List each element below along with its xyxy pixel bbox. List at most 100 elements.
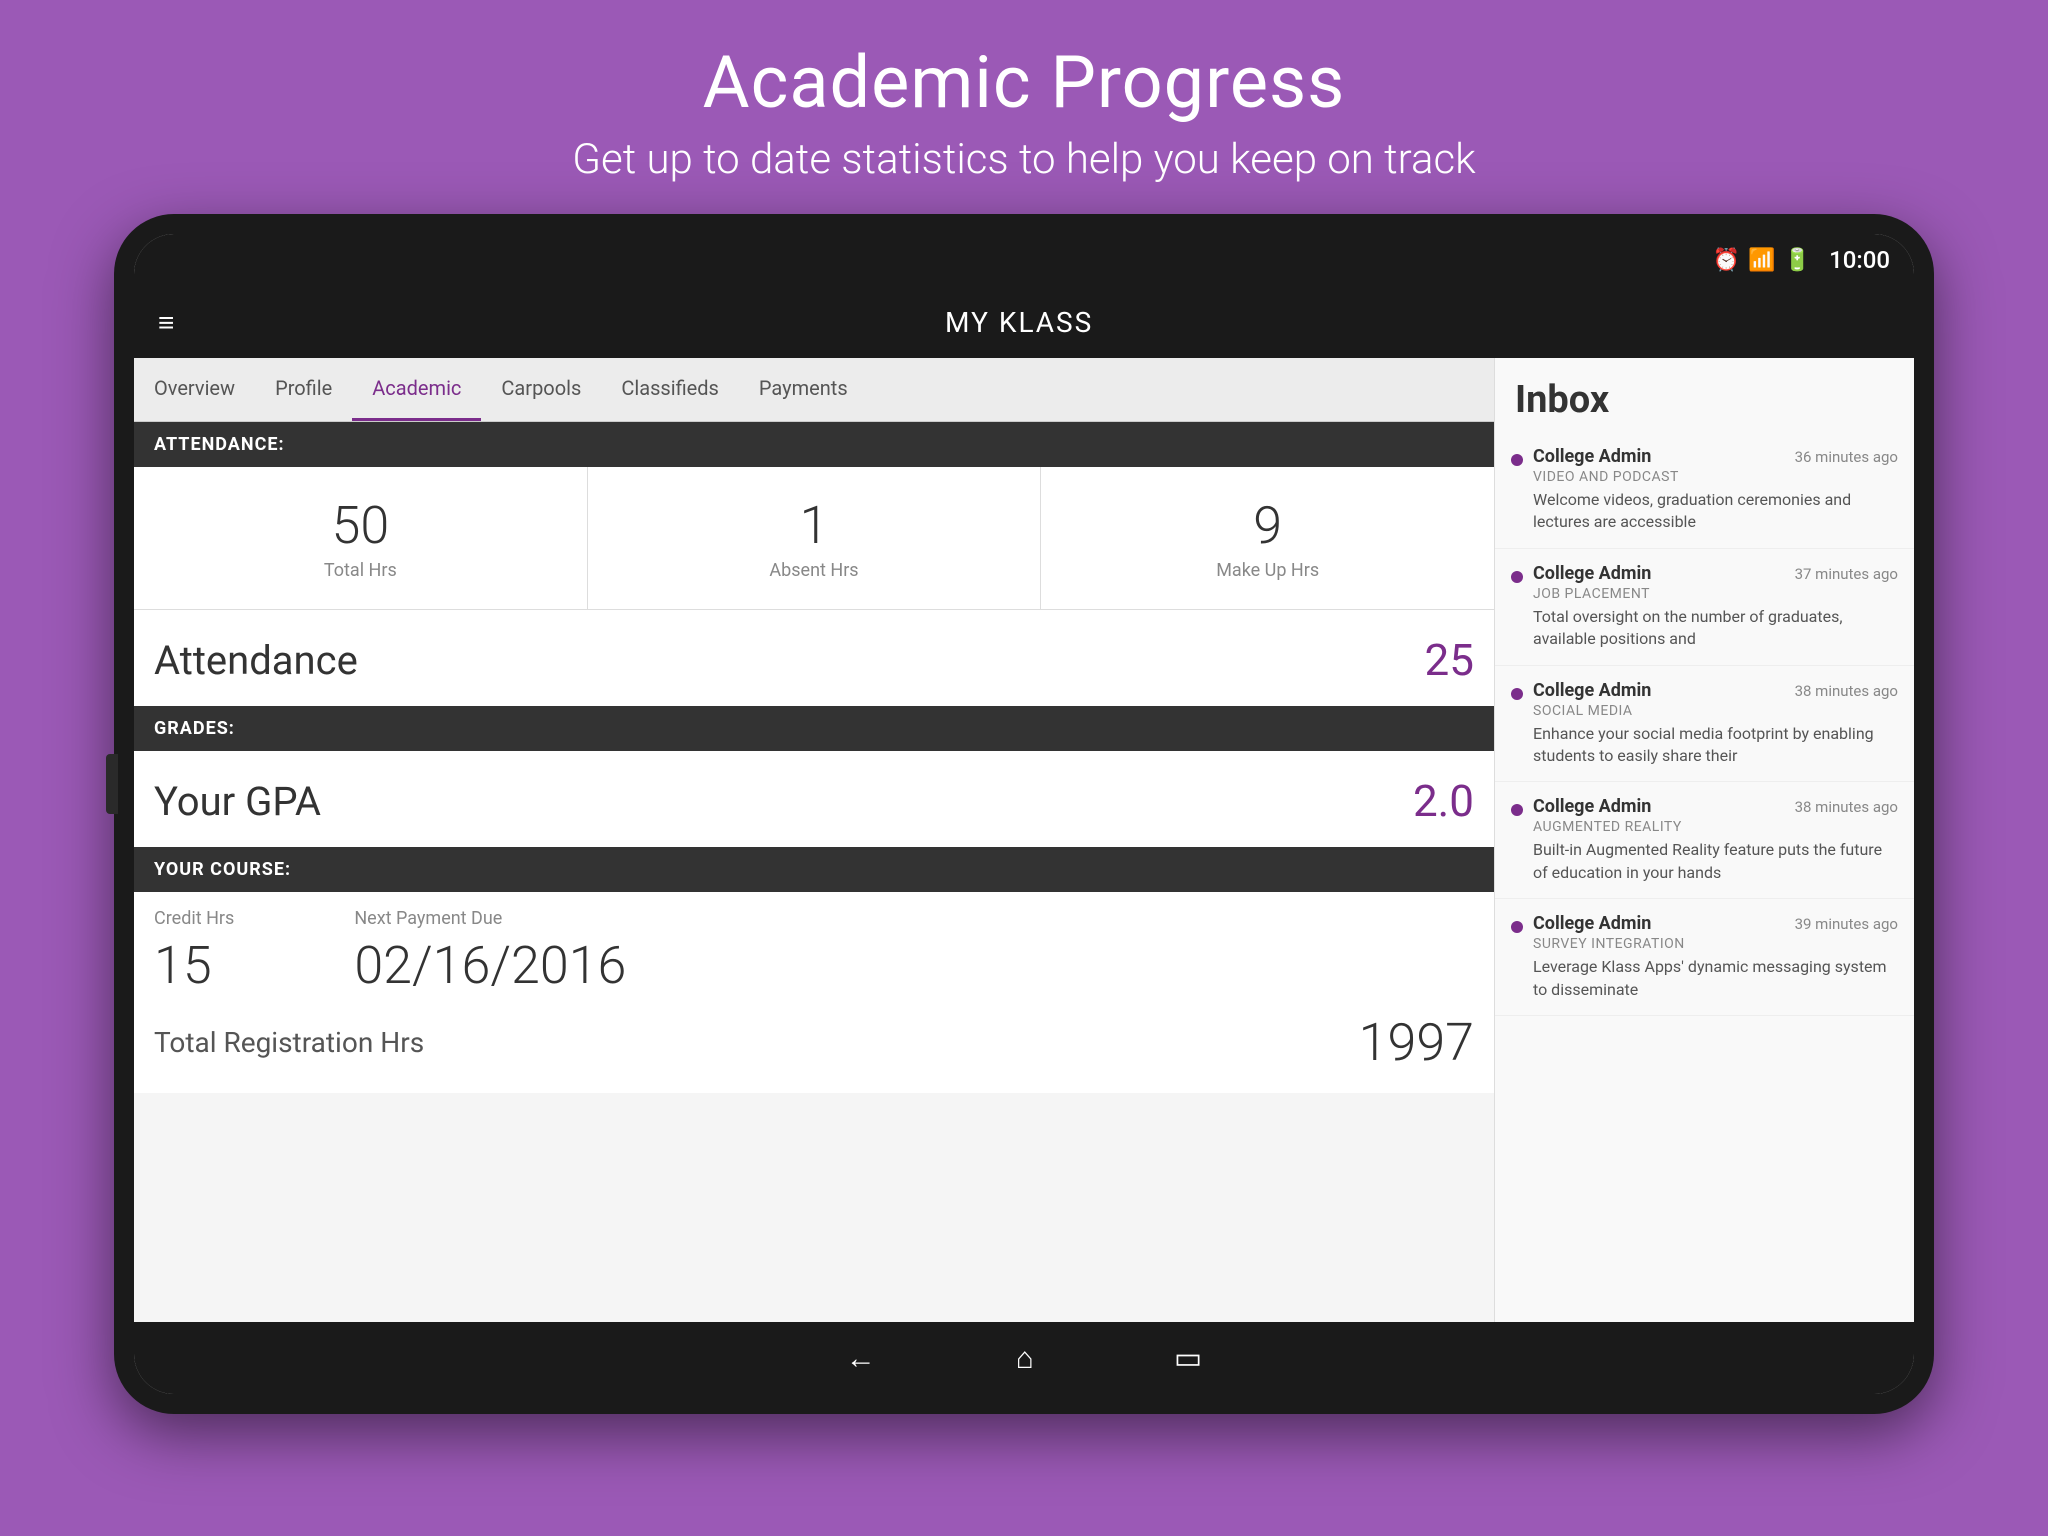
inbox-time-2: 38 minutes ago (1795, 682, 1898, 700)
inbox-item-3[interactable]: College Admin 38 minutes ago AUGMENTED R… (1495, 782, 1914, 899)
inbox-dot-2 (1511, 688, 1523, 700)
tab-carpools[interactable]: Carpools (481, 358, 601, 421)
status-bar: ⏰ 📶 🔋 10:00 (134, 234, 1914, 286)
course-section: Credit Hrs 15 Next Payment Due 02/16/201… (134, 892, 1494, 1093)
home-button[interactable]: ⌂ (1016, 1341, 1034, 1376)
inbox-item-2[interactable]: College Admin 38 minutes ago SOCIAL MEDI… (1495, 666, 1914, 783)
inbox-item-0[interactable]: College Admin 36 minutes ago VIDEO AND P… (1495, 432, 1914, 549)
app-title: MY KLASS (198, 306, 1840, 339)
status-icons: ⏰ 📶 🔋 10:00 (1713, 246, 1890, 274)
makeup-hrs-label: Make Up Hrs (1051, 560, 1484, 581)
alarm-icon: ⏰ (1713, 248, 1740, 273)
recent-button[interactable]: ▭ (1174, 1341, 1202, 1376)
inbox-title: Inbox (1495, 358, 1914, 432)
app-bar: ≡ MY KLASS (134, 286, 1914, 358)
grades-section-header: GRADES: (134, 706, 1494, 751)
gpa-label: Your GPA (154, 778, 321, 825)
attendance-value: 25 (1425, 634, 1474, 686)
tab-overview[interactable]: Overview (134, 358, 255, 421)
content-area: Overview Profile Academic Carpools Class… (134, 358, 1914, 1322)
attendance-section-header: ATTENDANCE: (134, 422, 1494, 467)
tablet-device: ⏰ 📶 🔋 10:00 ≡ MY KLASS Overview Profile … (114, 214, 1934, 1414)
makeup-hrs-value: 9 (1051, 495, 1484, 556)
inbox-category-1: JOB PLACEMENT (1533, 586, 1898, 602)
makeup-hrs-stat: 9 Make Up Hrs (1041, 467, 1494, 609)
course-details: Credit Hrs 15 Next Payment Due 02/16/201… (134, 892, 1494, 1012)
tablet-screen: ⏰ 📶 🔋 10:00 ≡ MY KLASS Overview Profile … (134, 234, 1914, 1394)
attendance-metric-row: Attendance 25 (134, 610, 1494, 706)
credit-hrs-value: 15 (154, 935, 234, 996)
inbox-header-1: College Admin 37 minutes ago (1533, 563, 1898, 584)
left-panel: Overview Profile Academic Carpools Class… (134, 358, 1494, 1322)
back-button[interactable]: ← (846, 1341, 876, 1376)
tab-academic[interactable]: Academic (352, 358, 481, 421)
overflow-label: Total Registration Hrs (154, 1026, 424, 1059)
total-hrs-value: 50 (144, 495, 577, 556)
overflow-value: 1997 (1359, 1012, 1474, 1073)
inbox-category-0: VIDEO AND PODCAST (1533, 469, 1898, 485)
credit-hrs-item: Credit Hrs 15 (154, 908, 234, 996)
hamburger-icon[interactable]: ≡ (158, 306, 174, 339)
inbox-item-1[interactable]: College Admin 37 minutes ago JOB PLACEME… (1495, 549, 1914, 666)
inbox-dot-1 (1511, 571, 1523, 583)
inbox-preview-3: Built-in Augmented Reality feature puts … (1533, 839, 1898, 884)
inbox-preview-2: Enhance your social media footprint by e… (1533, 723, 1898, 768)
inbox-panel: Inbox College Admin 36 minutes ago VIDEO… (1494, 358, 1914, 1322)
page-subtitle: Get up to date statistics to help you ke… (572, 135, 1475, 184)
gpa-metric-row: Your GPA 2.0 (134, 751, 1494, 847)
inbox-category-3: AUGMENTED REALITY (1533, 819, 1898, 835)
tab-profile[interactable]: Profile (255, 358, 352, 421)
inbox-sender-0: College Admin (1533, 446, 1651, 467)
inbox-sender-2: College Admin (1533, 680, 1651, 701)
absent-hrs-label: Absent Hrs (598, 560, 1031, 581)
page-header: Academic Progress Get up to date statist… (572, 40, 1475, 184)
inbox-preview-4: Leverage Klass Apps' dynamic messaging s… (1533, 956, 1898, 1001)
inbox-content-4: College Admin 39 minutes ago SURVEY INTE… (1533, 913, 1898, 1001)
inbox-time-0: 36 minutes ago (1795, 448, 1898, 466)
total-hrs-stat: 50 Total Hrs (134, 467, 588, 609)
inbox-content-1: College Admin 37 minutes ago JOB PLACEME… (1533, 563, 1898, 651)
page-title: Academic Progress (572, 40, 1475, 125)
inbox-time-4: 39 minutes ago (1795, 915, 1898, 933)
inbox-header-4: College Admin 39 minutes ago (1533, 913, 1898, 934)
payment-due-item: Next Payment Due 02/16/2016 (354, 908, 626, 996)
gpa-value: 2.0 (1413, 775, 1474, 827)
tab-bar: Overview Profile Academic Carpools Class… (134, 358, 1494, 422)
inbox-sender-4: College Admin (1533, 913, 1651, 934)
inbox-header-2: College Admin 38 minutes ago (1533, 680, 1898, 701)
inbox-sender-1: College Admin (1533, 563, 1651, 584)
inbox-sender-3: College Admin (1533, 796, 1651, 817)
inbox-header-3: College Admin 38 minutes ago (1533, 796, 1898, 817)
inbox-category-2: SOCIAL MEDIA (1533, 703, 1898, 719)
inbox-dot-0 (1511, 454, 1523, 466)
inbox-content-3: College Admin 38 minutes ago AUGMENTED R… (1533, 796, 1898, 884)
overflow-row: Total Registration Hrs 1997 (134, 1012, 1494, 1093)
credit-hrs-label: Credit Hrs (154, 908, 234, 929)
inbox-dot-3 (1511, 804, 1523, 816)
absent-hrs-value: 1 (598, 495, 1031, 556)
inbox-category-4: SURVEY INTEGRATION (1533, 936, 1898, 952)
total-hrs-label: Total Hrs (144, 560, 577, 581)
battery-icon: 🔋 (1784, 248, 1811, 273)
inbox-time-3: 38 minutes ago (1795, 798, 1898, 816)
status-time: 10:00 (1829, 246, 1890, 274)
inbox-header-0: College Admin 36 minutes ago (1533, 446, 1898, 467)
inbox-content-2: College Admin 38 minutes ago SOCIAL MEDI… (1533, 680, 1898, 768)
inbox-preview-0: Welcome videos, graduation ceremonies an… (1533, 489, 1898, 534)
tab-payments[interactable]: Payments (739, 358, 868, 421)
payment-due-label: Next Payment Due (354, 908, 626, 929)
inbox-content-0: College Admin 36 minutes ago VIDEO AND P… (1533, 446, 1898, 534)
attendance-stats: 50 Total Hrs 1 Absent Hrs 9 Make Up Hrs (134, 467, 1494, 610)
inbox-preview-1: Total oversight on the number of graduat… (1533, 606, 1898, 651)
bottom-nav: ← ⌂ ▭ (134, 1322, 1914, 1394)
inbox-item-4[interactable]: College Admin 39 minutes ago SURVEY INTE… (1495, 899, 1914, 1016)
inbox-time-1: 37 minutes ago (1795, 565, 1898, 583)
wifi-icon: 📶 (1748, 248, 1775, 273)
tab-classifieds[interactable]: Classifieds (601, 358, 739, 421)
course-section-header: YOUR COURSE: (134, 847, 1494, 892)
attendance-label: Attendance (154, 637, 358, 684)
absent-hrs-stat: 1 Absent Hrs (588, 467, 1042, 609)
payment-due-value: 02/16/2016 (354, 935, 626, 996)
volume-button (106, 754, 118, 814)
inbox-dot-4 (1511, 921, 1523, 933)
